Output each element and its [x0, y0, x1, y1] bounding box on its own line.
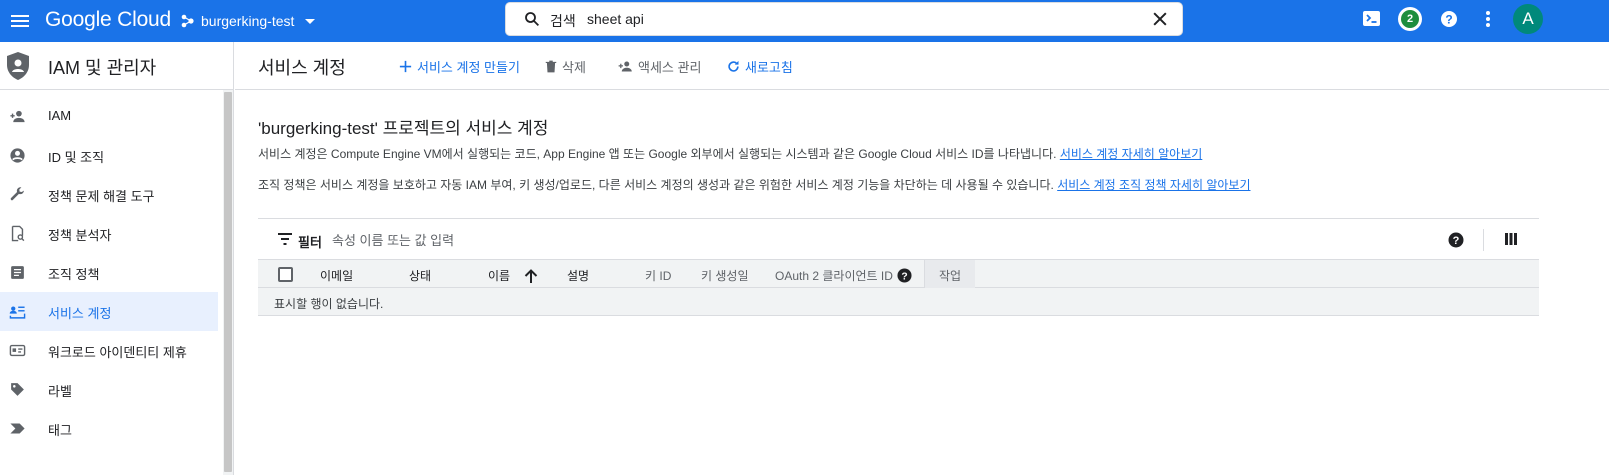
policy-document-icon	[11, 225, 25, 242]
search-input[interactable]	[587, 8, 1127, 30]
sidebar-item-label: 서비스 계정	[48, 306, 112, 321]
project-hub-icon	[181, 14, 194, 28]
column-header-oauth-client-id: OAuth 2 클라이언트 ID ?	[775, 267, 912, 284]
sort-ascending-icon	[524, 268, 538, 283]
sidebar-title: IAM 및 관리자	[48, 58, 157, 78]
table-header-row: 이메일 상태 이름 설명 키 ID 키 생성일 OAuth 2 클라이언트 ID…	[258, 259, 1539, 288]
google-cloud-logo[interactable]: Google Cloud	[45, 8, 171, 32]
sidebar-item-iam[interactable]: IAM	[0, 97, 218, 136]
sidebar-item-workload-identity[interactable]: 워크로드 아이덴티티 제휴	[0, 331, 218, 370]
search-bar[interactable]: 검색	[505, 2, 1183, 36]
filter-bar: 필터 ?	[258, 218, 1539, 259]
empty-message: 표시할 행이 없습니다.	[274, 297, 384, 311]
svg-text:?: ?	[901, 271, 907, 282]
filter-list-icon[interactable]	[277, 232, 293, 246]
refresh-icon	[728, 60, 739, 72]
service-account-icon	[9, 306, 26, 319]
tag-arrow-icon	[10, 423, 25, 434]
sidebar-item-service-accounts[interactable]: 서비스 계정	[0, 292, 218, 331]
sidebar-item-policy-troubleshooter[interactable]: 정책 문제 해결 도구	[0, 175, 218, 214]
id-card-icon	[9, 344, 26, 357]
sidebar-item-label: 라벨	[48, 384, 72, 399]
sidebar-item-label: 워크로드 아이덴티티 제휴	[48, 345, 187, 360]
sidebar-item-identity-org[interactable]: ID 및 조직	[0, 136, 218, 175]
sidebar-item-policy-analyzer[interactable]: 정책 분석자	[0, 214, 218, 253]
account-circle-icon	[10, 148, 25, 163]
page-title: 서비스 계정	[258, 58, 346, 78]
column-header-email[interactable]: 이메일	[320, 267, 353, 284]
more-vert-icon[interactable]	[1479, 7, 1497, 31]
column-header-key-id: 키 ID	[645, 269, 672, 283]
help-icon[interactable]: ?	[897, 268, 912, 283]
person-add-icon	[618, 61, 632, 72]
filter-label: 필터	[298, 235, 322, 250]
clear-search-icon[interactable]	[1150, 9, 1170, 29]
top-app-bar: Google Cloud burgerking-test 검색 2 ? A	[0, 0, 1609, 42]
delete-button[interactable]: 삭제	[544, 57, 586, 76]
help-icon[interactable]: ?	[1448, 232, 1464, 248]
sidebar-item-label: 태그	[48, 423, 72, 438]
column-header-name[interactable]: 이름	[488, 267, 540, 284]
sidebar: IAM 및 관리자 IAM ID 및 조직 정책 문제 해결 도구 정책 분석자…	[0, 42, 234, 475]
page-header: 서비스 계정 서비스 계정 만들기 삭제 액세스 관리 새로고침	[235, 42, 1609, 90]
scrollbar-thumb[interactable]	[224, 92, 232, 472]
search-icon	[525, 12, 540, 27]
project-selector[interactable]: burgerking-test	[181, 9, 320, 33]
list-document-icon	[11, 266, 24, 279]
help-icon[interactable]: ?	[1439, 7, 1459, 31]
column-divider	[924, 260, 925, 288]
svg-text:?: ?	[1445, 13, 1452, 27]
column-display-icon[interactable]	[1504, 232, 1518, 246]
person-add-icon	[10, 110, 25, 123]
select-all-checkbox[interactable]	[278, 267, 293, 282]
divider	[1483, 229, 1484, 251]
org-policy-description: 조직 정책은 서비스 계정을 보호하고 자동 IAM 부여, 키 생성/업로드,…	[258, 178, 1251, 192]
trash-icon	[545, 60, 557, 73]
svg-text:?: ?	[1453, 235, 1460, 247]
sidebar-header: IAM 및 관리자	[0, 42, 233, 90]
add-icon	[399, 60, 412, 73]
sidebar-item-label: 정책 분석자	[48, 228, 112, 243]
wrench-icon	[10, 187, 24, 201]
service-accounts-table: 필터 ? 이메일 상태 이름 설명 키 ID 키 생성일 OAuth 2 클라이…	[258, 218, 1539, 316]
project-name: burgerking-test	[201, 13, 295, 29]
sidebar-scrollbar[interactable]	[223, 90, 233, 475]
sidebar-item-label: 정책 문제 해결 도구	[48, 189, 155, 204]
section-title: 'burgerking-test' 프로젝트의 서비스 계정	[258, 119, 549, 138]
sidebar-item-label: 조직 정책	[48, 267, 100, 282]
column-header-actions: 작업	[939, 269, 962, 283]
sidebar-item-label: ID 및 조직	[48, 150, 105, 165]
column-header-description[interactable]: 설명	[567, 267, 589, 284]
create-service-account-button[interactable]: 서비스 계정 만들기	[398, 57, 520, 76]
column-header-status[interactable]: 상태	[409, 267, 431, 284]
notifications-badge[interactable]: 2	[1398, 7, 1422, 31]
learn-more-org-policies-link[interactable]: 서비스 계정 조직 정책 자세히 알아보기	[1057, 178, 1250, 192]
label-icon	[11, 383, 24, 396]
filter-input[interactable]	[332, 230, 732, 250]
learn-more-service-accounts-link[interactable]: 서비스 계정 자세히 알아보기	[1060, 147, 1202, 161]
manage-access-button[interactable]: 액세스 관리	[617, 57, 701, 76]
sidebar-item-org-policies[interactable]: 조직 정책	[0, 253, 218, 292]
shield-icon	[7, 52, 29, 80]
sidebar-item-tags[interactable]: 태그	[0, 409, 218, 448]
service-account-description: 서비스 계정은 Compute Engine VM에서 실행되는 코드, App…	[258, 147, 1203, 161]
account-avatar[interactable]: A	[1513, 4, 1543, 34]
column-header-key-created: 키 생성일	[701, 269, 749, 283]
table-empty-row: 표시할 행이 없습니다.	[258, 288, 1539, 316]
refresh-button[interactable]: 새로고침	[726, 57, 793, 76]
sidebar-item-labels[interactable]: 라벨	[0, 370, 218, 409]
search-label: 검색	[550, 13, 576, 29]
sidebar-item-label: IAM	[48, 108, 72, 123]
cloud-shell-terminal-icon[interactable]	[1362, 7, 1382, 31]
hamburger-menu-icon[interactable]	[8, 9, 32, 33]
dropdown-arrow-icon	[305, 19, 316, 24]
